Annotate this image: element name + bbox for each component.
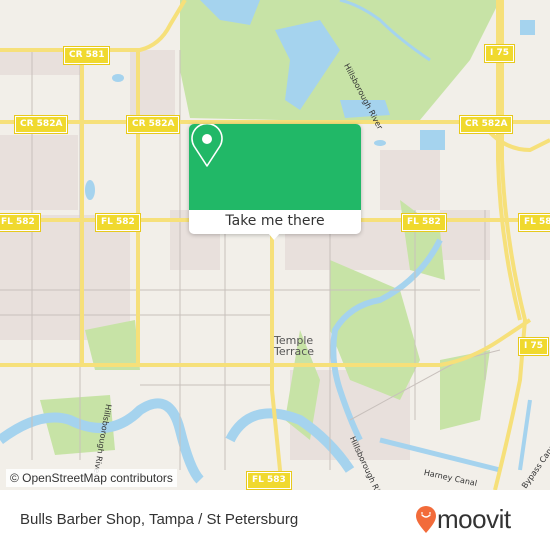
map-canvas[interactable]: CR 581 CR 582A CR 582A CR 582A FL 582 FL… — [0, 0, 550, 490]
map-attribution[interactable]: © OpenStreetMap contributors — [6, 469, 177, 487]
road-shield-cr581: CR 581 — [62, 46, 111, 65]
road-shield-fl582-center: FL 582 — [95, 213, 141, 232]
road-shield-fl583: FL 583 — [246, 471, 292, 490]
place-title: Bulls Barber Shop, Tampa / St Petersburg — [20, 511, 299, 528]
road-shield-i75-south: I 75 — [517, 337, 550, 356]
map-base-layer — [0, 0, 550, 490]
take-me-there-button[interactable]: Take me there — [189, 210, 361, 234]
popup-header — [189, 124, 361, 210]
moovit-pin-icon — [416, 506, 436, 533]
footer: Bulls Barber Shop, Tampa / St Petersburg… — [0, 490, 550, 550]
map-pin-icon — [191, 124, 223, 167]
road-shield-fl582-east-b: FL 582 — [518, 213, 550, 232]
road-shield-cr582a-center: CR 582A — [125, 115, 181, 134]
road-shield-cr582a-east: CR 582A — [458, 115, 514, 134]
road-shield-fl582-west: FL 582 — [0, 213, 41, 232]
place-label-temple-terrace: Temple Terrace — [274, 335, 314, 357]
popup-pointer — [268, 233, 280, 240]
road-shield-i75-north: I 75 — [483, 44, 516, 63]
location-popup[interactable]: Take me there — [189, 124, 361, 240]
road-shield-cr582a-west: CR 582A — [13, 115, 69, 134]
moovit-wordmark: moovit — [437, 504, 511, 534]
place-label-line2: Terrace — [274, 345, 315, 358]
road-shield-fl582-east-a: FL 582 — [401, 213, 447, 232]
